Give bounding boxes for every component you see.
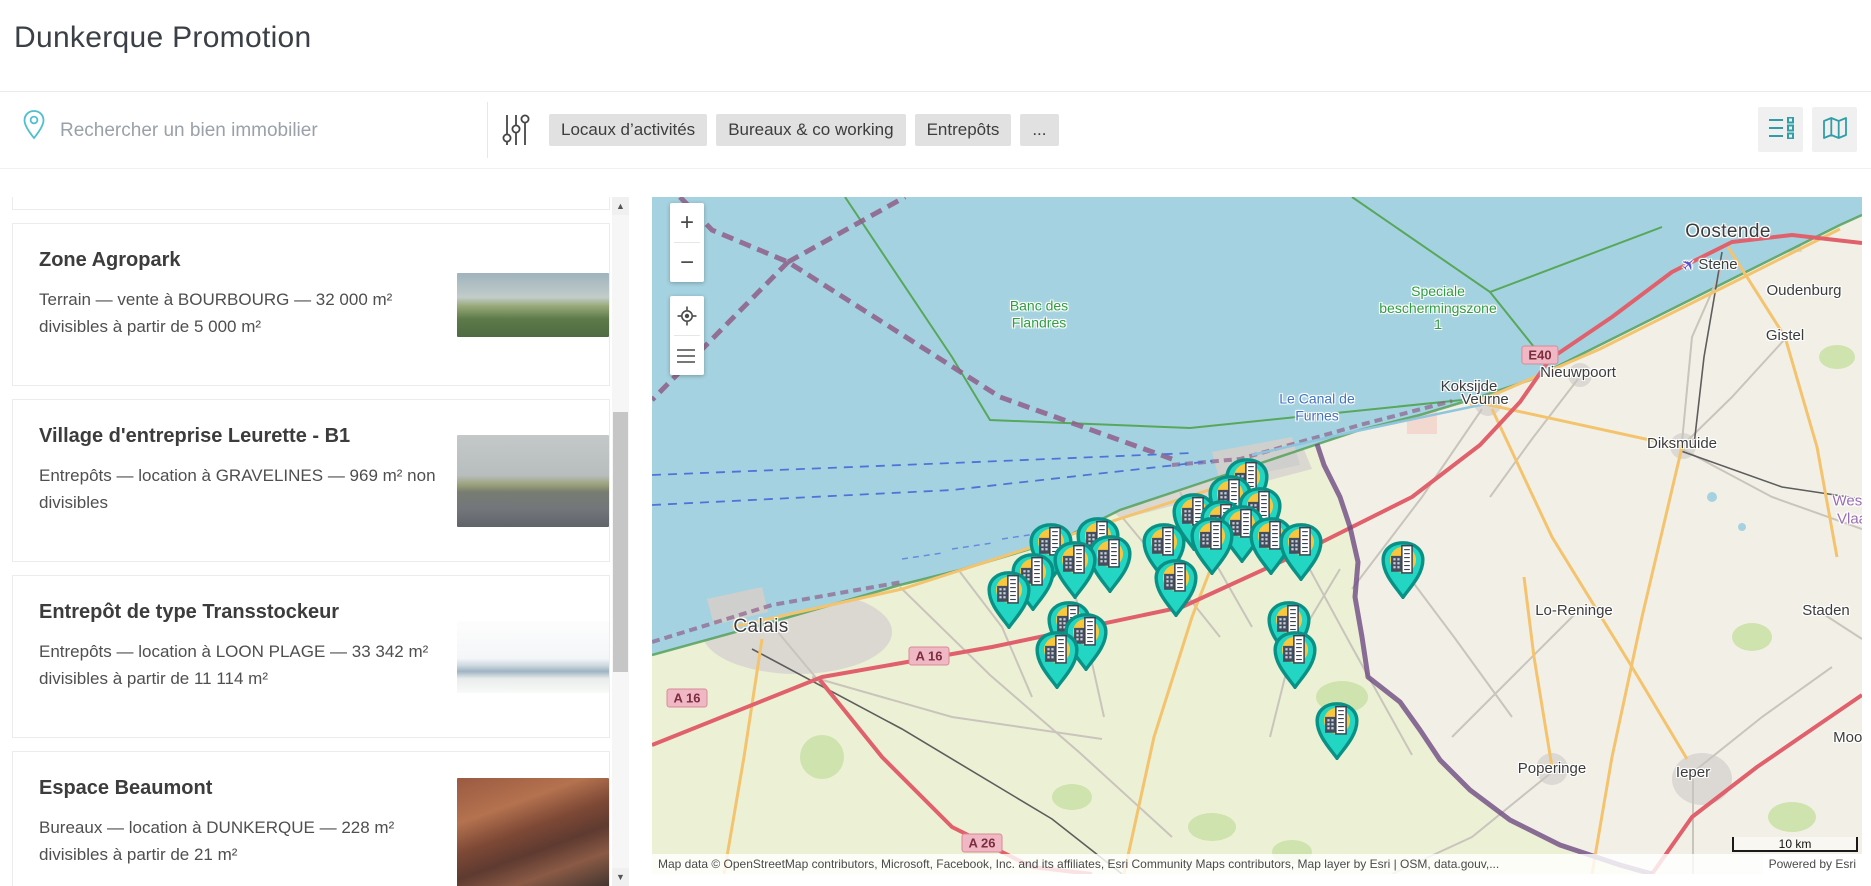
listing-card[interactable]: Entrepôt de type Transstockeur Entrepôts … <box>12 575 610 738</box>
map-view-icon <box>1822 116 1848 143</box>
property-marker-pin[interactable] <box>1383 543 1423 597</box>
listings-panel: Zone Agropark Terrain — vente à BOURBOURG… <box>12 197 610 886</box>
listing-description: Bureaux — location à DUNKERQUE — 228 m² … <box>39 814 437 868</box>
map-tools-panel <box>670 296 704 375</box>
map-markers-layer <box>652 197 1862 874</box>
map-attribution: Map data © OpenStreetMap contributors, M… <box>652 854 1862 874</box>
map-canvas[interactable]: OostendeStene✈OudenburgGistelNieuwpoortK… <box>652 197 1862 874</box>
property-marker-pin[interactable] <box>1281 525 1321 579</box>
powered-by-esri: Powered by Esri <box>1763 854 1862 874</box>
view-toggle-group <box>1758 107 1857 152</box>
locate-button[interactable] <box>670 296 704 335</box>
toolbar-divider <box>487 102 488 158</box>
list-view-icon <box>1768 117 1794 142</box>
listing-card[interactable]: Espace Beaumont Bureaux — location à DUNK… <box>12 751 610 886</box>
listing-description: Terrain — vente à BOURBOURG — 32 000 m² … <box>39 286 437 340</box>
listing-title: Village d'entreprise Leurette - B1 <box>39 425 437 448</box>
list-view-button[interactable] <box>1758 107 1803 152</box>
property-marker-pin[interactable] <box>989 573 1029 627</box>
listing-description: Entrepôts — location à LOON PLAGE — 33 3… <box>39 638 437 692</box>
filter-chip-row: Locaux d’activités Bureaux & co working En… <box>549 92 1059 168</box>
property-marker-pin[interactable] <box>1192 519 1232 573</box>
listing-card[interactable]: Village d'entreprise Leurette - B1 Entrep… <box>12 399 610 562</box>
location-pin-icon <box>22 109 46 146</box>
listings-scrollbar[interactable]: ▲ ▼ <box>612 197 629 886</box>
content-area: Zone Agropark Terrain — vente à BOURBOURG… <box>0 197 1871 886</box>
filter-chip-4[interactable]: ... <box>1020 114 1058 146</box>
scrollbar-thumb[interactable] <box>613 412 628 672</box>
property-marker-pin[interactable] <box>1275 633 1315 687</box>
page-title: Dunkerque Promotion <box>14 21 312 55</box>
toolbar-bottom-divider <box>0 168 1871 169</box>
property-marker-pin[interactable] <box>1037 633 1077 687</box>
listing-photo <box>457 621 609 693</box>
listing-photo <box>457 435 609 527</box>
scrollbar-down-button[interactable]: ▼ <box>612 868 629 886</box>
filter-chip-3[interactable]: Entrepôts <box>915 114 1012 146</box>
legend-button[interactable] <box>670 336 704 375</box>
listing-photo <box>457 778 609 886</box>
search-input[interactable] <box>58 108 462 154</box>
listing-title: Entrepôt de type Transstockeur <box>39 601 437 624</box>
filter-chip-2[interactable]: Bureaux & co working <box>716 114 905 146</box>
map-scalebar: 10 km <box>1732 837 1858 852</box>
zoom-in-button[interactable]: + <box>670 203 704 242</box>
property-marker-pin[interactable] <box>1156 561 1196 615</box>
listing-title: Espace Beaumont <box>39 777 437 800</box>
app-root: Dunkerque Promotion Locaux d’activités Bu… <box>0 0 1871 886</box>
filter-chip-1[interactable]: Locaux d’activités <box>549 114 707 146</box>
listing-card[interactable]: Zone Agropark Terrain — vente à BOURBOURG… <box>12 223 610 386</box>
property-marker-pin[interactable] <box>1055 543 1095 597</box>
scrollbar-up-button[interactable]: ▲ <box>612 197 629 215</box>
property-marker-pin[interactable] <box>1317 704 1357 758</box>
map-zoom-panel: + − <box>670 203 704 282</box>
listing-description: Entrepôts — location à GRAVELINES — 969 … <box>39 462 437 516</box>
map-view-button[interactable] <box>1812 107 1857 152</box>
toolbar: Locaux d’activités Bureaux & co working En… <box>0 92 1871 168</box>
listing-card-partial[interactable] <box>12 197 610 210</box>
zoom-out-button[interactable]: − <box>670 243 704 282</box>
listing-photo <box>457 273 609 337</box>
filter-sliders-icon[interactable] <box>501 112 531 153</box>
listing-title: Zone Agropark <box>39 249 437 272</box>
